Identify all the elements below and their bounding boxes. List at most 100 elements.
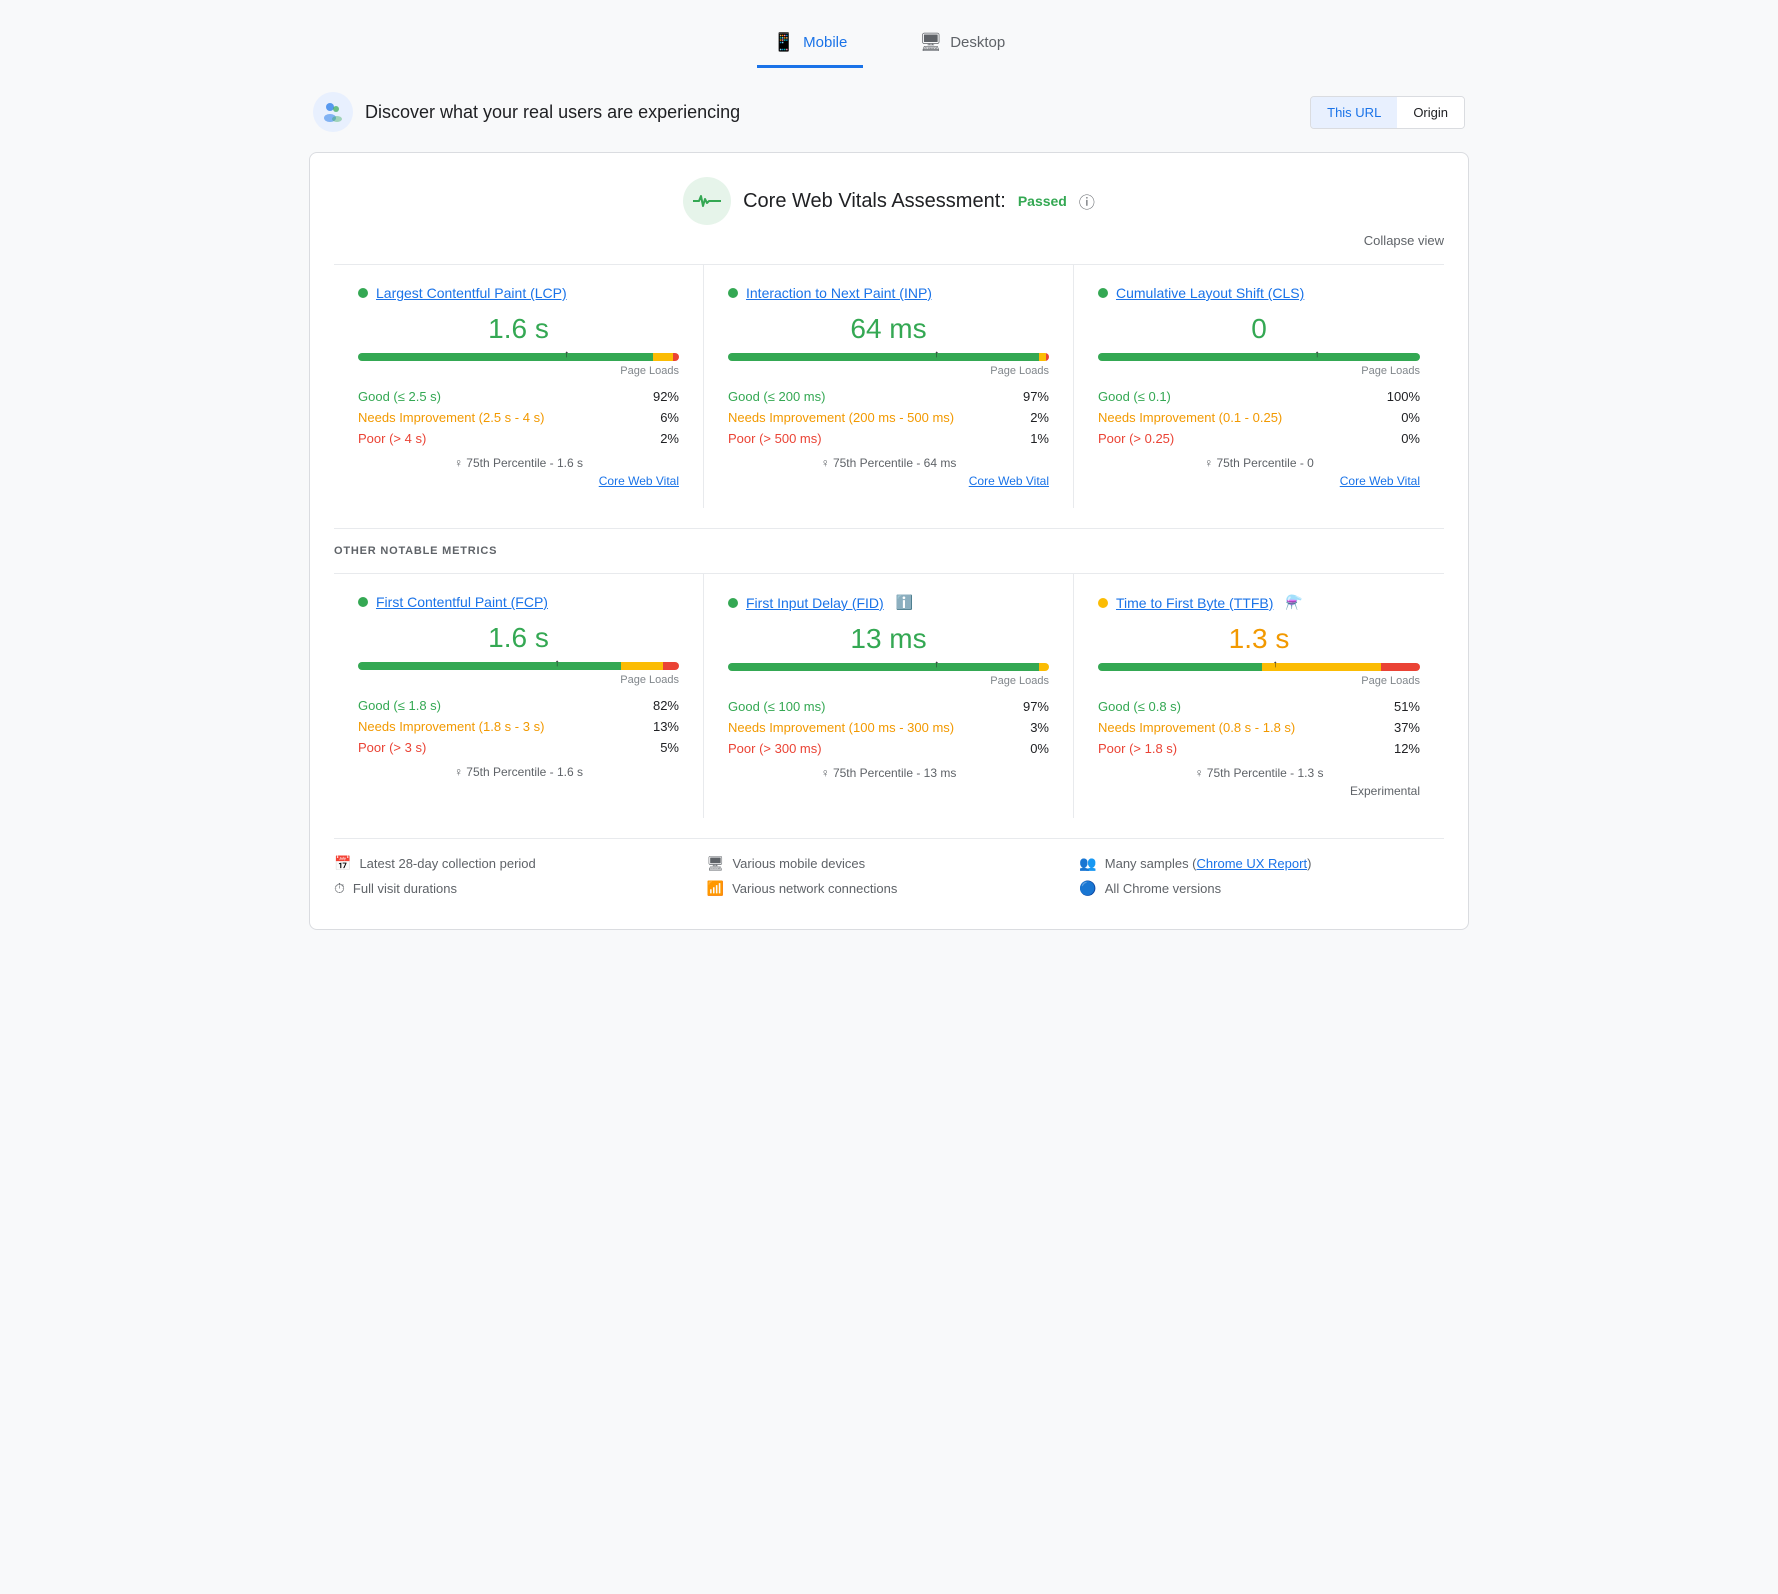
bar-red	[673, 353, 679, 361]
progress-marker: ↑	[934, 349, 939, 360]
this-url-button[interactable]: This URL	[1311, 97, 1397, 128]
footer-item: 👥Many samples (Chrome UX Report)	[1079, 855, 1444, 872]
ni-label: Needs Improvement (0.1 - 0.25)	[1098, 410, 1282, 425]
bar-green	[358, 353, 653, 361]
footer-text: Latest 28-day collection period	[359, 856, 535, 871]
ni-pct: 0%	[1401, 410, 1420, 425]
green-dot	[728, 288, 738, 298]
core-metrics-grid: Largest Contentful Paint (LCP) 1.6 s ↑ P…	[334, 264, 1444, 508]
footer-item: 🔵 All Chrome versions	[1079, 880, 1444, 897]
core-web-vital-link[interactable]: Core Web Vital	[358, 474, 679, 488]
poor-label: Poor (> 300 ms)	[728, 741, 822, 756]
metric-name-row: Cumulative Layout Shift (CLS)	[1098, 285, 1420, 301]
other-metrics-title: OTHER NOTABLE METRICS	[334, 545, 1444, 557]
ni-pct: 37%	[1394, 720, 1420, 735]
metric-name-row: First Contentful Paint (FCP)	[358, 594, 679, 610]
footer-icon: 👥	[1079, 855, 1096, 872]
metric-value-cls: 0	[1098, 313, 1420, 345]
good-pct: 97%	[1023, 699, 1049, 714]
bar-orange	[653, 353, 672, 361]
assessment-info-icon[interactable]: ⓘ	[1079, 189, 1095, 213]
tab-mobile[interactable]: 📱 Mobile	[757, 20, 864, 68]
bar-red	[1046, 353, 1049, 361]
ni-label: Needs Improvement (1.8 s - 3 s)	[358, 719, 544, 734]
bar-red	[1381, 663, 1420, 671]
metric-row-poor: Poor (> 1.8 s) 12%	[1098, 741, 1420, 756]
poor-label: Poor (> 500 ms)	[728, 431, 822, 446]
metric-row-good: Good (≤ 0.1) 100%	[1098, 389, 1420, 404]
progress-track	[358, 353, 679, 361]
footer-col-3: 👥Many samples (Chrome UX Report) 🔵 All Chr…	[1079, 855, 1444, 905]
metric-cell-cls: Cumulative Layout Shift (CLS) 0 ↑ Page L…	[1074, 265, 1444, 508]
chrome-ux-link[interactable]: Chrome UX Report	[1197, 856, 1308, 871]
metric-row-poor: Poor (> 500 ms) 1%	[728, 431, 1049, 446]
page-loads-label: Page Loads	[728, 365, 1049, 377]
footer-icon: 🔵	[1079, 880, 1096, 897]
progress-track	[728, 663, 1049, 671]
percentile-row: ♀ 75th Percentile - 1.3 s	[1098, 766, 1420, 780]
metric-name-inp[interactable]: Interaction to Next Paint (INP)	[746, 285, 932, 301]
percentile-row: ♀ 75th Percentile - 13 ms	[728, 766, 1049, 780]
poor-label: Poor (> 3 s)	[358, 740, 426, 755]
bar-green	[1098, 353, 1420, 361]
metric-row-ni: Needs Improvement (100 ms - 300 ms) 3%	[728, 720, 1049, 735]
ni-label: Needs Improvement (0.8 s - 1.8 s)	[1098, 720, 1295, 735]
metric-row-poor: Poor (> 0.25) 0%	[1098, 431, 1420, 446]
bar-green	[1098, 663, 1262, 671]
other-metrics-grid: First Contentful Paint (FCP) 1.6 s ↑ Pag…	[334, 573, 1444, 818]
metric-row-good: Good (≤ 1.8 s) 82%	[358, 698, 679, 713]
metric-name-lcp[interactable]: Largest Contentful Paint (LCP)	[376, 285, 567, 301]
info-icon[interactable]: ℹ️	[896, 594, 913, 611]
footer-col-1: 📅 Latest 28-day collection period ⏱Full vi…	[334, 855, 699, 905]
progress-marker: ↑	[555, 658, 560, 669]
bar-green	[728, 353, 1039, 361]
page-loads-label: Page Loads	[1098, 675, 1420, 687]
metric-value-inp: 64 ms	[728, 313, 1049, 345]
page-loads-label: Page Loads	[358, 674, 679, 686]
metric-row-ni: Needs Improvement (0.1 - 0.25) 0%	[1098, 410, 1420, 425]
metric-name-cls[interactable]: Cumulative Layout Shift (CLS)	[1116, 285, 1304, 301]
ni-pct: 13%	[653, 719, 679, 734]
collapse-link[interactable]: Collapse view	[334, 233, 1444, 248]
metric-name-row: Largest Contentful Paint (LCP)	[358, 285, 679, 301]
page-header: Discover what your real users are experi…	[309, 92, 1469, 132]
poor-label: Poor (> 0.25)	[1098, 431, 1174, 446]
metric-row-ni: Needs Improvement (1.8 s - 3 s) 13%	[358, 719, 679, 734]
progress-bar-ttfb: ↑	[1098, 663, 1420, 671]
green-dot	[1098, 288, 1108, 298]
good-label: Good (≤ 200 ms)	[728, 389, 825, 404]
footer-text: All Chrome versions	[1105, 881, 1221, 896]
metric-name-row: Interaction to Next Paint (INP)	[728, 285, 1049, 301]
tab-desktop[interactable]: 🖥 Desktop	[903, 20, 1021, 68]
avatar	[313, 92, 353, 132]
poor-pct: 5%	[660, 740, 679, 755]
progress-bar-cls: ↑	[1098, 353, 1420, 361]
core-web-vital-link[interactable]: Core Web Vital	[728, 474, 1049, 488]
good-label: Good (≤ 100 ms)	[728, 699, 825, 714]
metric-name-fid[interactable]: First Input Delay (FID)	[746, 595, 884, 611]
ni-pct: 3%	[1030, 720, 1049, 735]
page-loads-label: Page Loads	[728, 675, 1049, 687]
origin-button[interactable]: Origin	[1397, 97, 1464, 128]
metric-row-ni: Needs Improvement (2.5 s - 4 s) 6%	[358, 410, 679, 425]
footer-item: ⏱Full visit durations	[334, 880, 699, 897]
metric-cell-inp: Interaction to Next Paint (INP) 64 ms ↑ …	[704, 265, 1074, 508]
core-web-vital-link[interactable]: Core Web Vital	[1098, 474, 1420, 488]
bar-green	[728, 663, 1039, 671]
poor-label: Poor (> 4 s)	[358, 431, 426, 446]
progress-marker: ↑	[934, 659, 939, 670]
ni-label: Needs Improvement (100 ms - 300 ms)	[728, 720, 954, 735]
footer-icon: 📅	[334, 855, 351, 872]
metric-value-fcp: 1.6 s	[358, 622, 679, 654]
progress-bar-fid: ↑	[728, 663, 1049, 671]
desktop-icon: 🖥	[919, 32, 942, 53]
metric-name-ttfb[interactable]: Time to First Byte (TTFB)	[1116, 595, 1273, 611]
assessment-status: Passed	[1018, 193, 1067, 209]
progress-marker: ↑	[1314, 349, 1319, 360]
experimental-label: Experimental	[1098, 784, 1420, 798]
metric-name-fcp[interactable]: First Contentful Paint (FCP)	[376, 594, 548, 610]
metric-name-row: Time to First Byte (TTFB) ⚗️	[1098, 594, 1420, 611]
tab-mobile-label: Mobile	[803, 34, 847, 51]
footer-text: Full visit durations	[353, 881, 457, 896]
good-pct: 51%	[1394, 699, 1420, 714]
